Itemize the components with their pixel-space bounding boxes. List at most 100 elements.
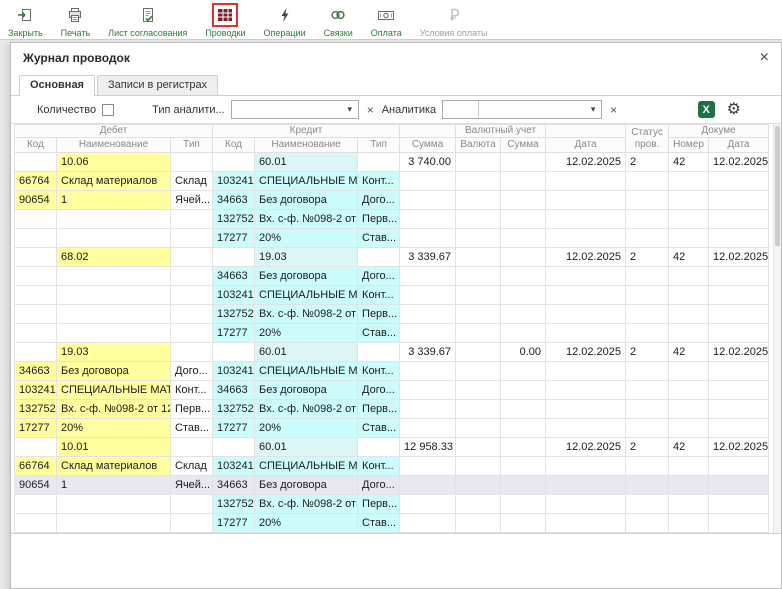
cell — [171, 495, 213, 514]
column-header[interactable]: Код — [213, 138, 255, 153]
posting-row[interactable]: 132752Вх. с-ф. №098-2 от 12...Перв... — [15, 210, 769, 229]
cell — [626, 476, 669, 495]
posting-row[interactable]: 103241СПЕЦИАЛЬНЫЕ МАТ...Конт... — [15, 286, 769, 305]
posting-row[interactable]: 1727720%Став... — [15, 514, 769, 533]
tab-register-records[interactable]: Записи в регистрах — [97, 75, 218, 95]
cell — [626, 172, 669, 191]
cell — [456, 229, 501, 248]
posting-row[interactable]: 1727720%Став... — [15, 324, 769, 343]
clear-analytics-icon[interactable]: × — [608, 103, 619, 117]
posting-row[interactable]: 132752Вх. с-ф. №098-2 от 12...Перв... — [15, 305, 769, 324]
cell — [456, 381, 501, 400]
column-header[interactable]: Тип — [171, 138, 213, 153]
toolbar-button-postings[interactable]: Проводки — [205, 2, 245, 38]
cell: 34663 — [213, 476, 255, 495]
cell — [501, 153, 546, 172]
cell: Ячей... — [171, 191, 213, 210]
toolbar-button-operations[interactable]: Операции — [264, 2, 306, 38]
cell — [626, 362, 669, 381]
excel-export-icon[interactable]: X — [698, 101, 715, 118]
cell — [358, 248, 400, 267]
cell — [626, 514, 669, 533]
tab-main[interactable]: Основная — [19, 75, 95, 96]
cell: 2 — [626, 438, 669, 457]
posting-row[interactable]: 66764Склад материаловСклад103241СПЕЦИАЛЬ… — [15, 457, 769, 476]
cell — [57, 324, 171, 343]
close-icon[interactable]: × — [760, 50, 769, 66]
column-header[interactable]: Валюта — [456, 138, 501, 153]
clear-analytics-type-icon[interactable]: × — [365, 103, 376, 117]
cell — [669, 324, 709, 343]
cell — [171, 438, 213, 457]
quantity-checkbox[interactable] — [102, 104, 114, 116]
column-header[interactable]: Тип — [358, 138, 400, 153]
cell — [546, 324, 626, 343]
cell: 20% — [255, 514, 358, 533]
column-header[interactable]: Наименование — [57, 138, 171, 153]
group-row[interactable]: 19.0360.013 339.670.0012.02.202524212.02… — [15, 343, 769, 362]
column-header[interactable]: Номер — [669, 138, 709, 153]
cell — [15, 229, 57, 248]
column-header[interactable]: Дата — [546, 138, 626, 153]
cell — [171, 267, 213, 286]
group-row[interactable]: 68.0219.033 339.6712.02.202524212.02.202… — [15, 248, 769, 267]
cell — [400, 419, 456, 438]
cell — [456, 267, 501, 286]
cell — [626, 229, 669, 248]
column-header[interactable]: Дата — [709, 138, 769, 153]
posting-row[interactable]: 34663Без договораДого...103241СПЕЦИАЛЬНЫ… — [15, 362, 769, 381]
cell: 60.01 — [255, 153, 358, 172]
group-row[interactable]: 10.0160.0112 958.3312.02.202524212.02.20… — [15, 438, 769, 457]
cell — [709, 210, 769, 229]
posting-row[interactable]: 1727720%Став...1727720%Став... — [15, 419, 769, 438]
cell — [546, 305, 626, 324]
cell: 17277 — [213, 324, 255, 343]
group-row[interactable]: 10.0660.013 740.0012.02.202524212.02.202… — [15, 153, 769, 172]
toolbar-button-approval-sheet[interactable]: Лист согласования — [108, 2, 187, 38]
cell — [456, 324, 501, 343]
column-header[interactable]: Код — [15, 138, 57, 153]
cell — [626, 381, 669, 400]
toolbar-button-print[interactable]: Печать — [61, 2, 90, 38]
cell — [709, 286, 769, 305]
scrollbar-thumb[interactable] — [775, 126, 780, 246]
cell — [709, 400, 769, 419]
toolbar-button-links[interactable]: Связки — [324, 2, 353, 38]
toolbar-button-label: Проводки — [205, 28, 245, 38]
analytics-combobox[interactable]: ▾ — [442, 100, 602, 119]
analytics-type-combobox[interactable]: ▾ — [231, 100, 359, 119]
posting-row[interactable]: 34663Без договораДого... — [15, 267, 769, 286]
cell — [15, 495, 57, 514]
cell — [546, 476, 626, 495]
cell: Перв... — [358, 305, 400, 324]
cell — [15, 267, 57, 286]
posting-row[interactable]: 906541Ячей...34663Без договораДого... — [15, 191, 769, 210]
posting-row[interactable]: 103241СПЕЦИАЛЬНЫЕ МАТ...Конт...34663Без … — [15, 381, 769, 400]
cell — [626, 191, 669, 210]
column-header[interactable]: Сумма — [501, 138, 546, 153]
posting-row[interactable]: 1727720%Став... — [15, 229, 769, 248]
cell — [171, 305, 213, 324]
toolbar-button-label: Печать — [61, 28, 90, 38]
analytics-code-segment[interactable] — [443, 101, 479, 118]
posting-row[interactable]: 132752Вх. с-ф. №098-2 от 12...Перв... — [15, 495, 769, 514]
cell — [171, 343, 213, 362]
cell: 12.02.2025 — [546, 343, 626, 362]
toolbar-button-payment[interactable]: Оплата — [371, 2, 402, 38]
posting-row[interactable]: 906541Ячей...34663Без договораДого... — [15, 476, 769, 495]
gear-icon[interactable]: ⚙ — [727, 102, 741, 118]
vertical-scrollbar[interactable] — [773, 124, 781, 533]
toolbar-button-close[interactable]: Закрыть — [8, 2, 43, 38]
cell: 12.02.2025 — [709, 153, 769, 172]
cell: 66764 — [15, 172, 57, 191]
top-toolbar: Закрыть Печать Лист согласования Проводки Оп… — [0, 0, 782, 40]
posting-row[interactable]: 132752Вх. с-ф. №098-2 от 12...Перв...132… — [15, 400, 769, 419]
cell: 12.02.2025 — [709, 438, 769, 457]
cell — [626, 267, 669, 286]
posting-row[interactable]: 66764Склад материаловСклад103241СПЕЦИАЛЬ… — [15, 172, 769, 191]
cell — [456, 514, 501, 533]
cell — [213, 438, 255, 457]
exit-icon — [12, 3, 38, 27]
column-header[interactable]: Сумма — [400, 138, 456, 153]
column-header[interactable]: Наименование — [255, 138, 358, 153]
